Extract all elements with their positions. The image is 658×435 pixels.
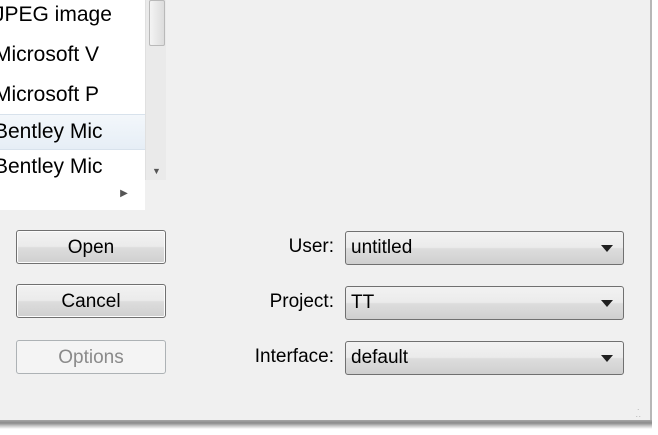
file-type-list-items: JPEG image Microsoft V Microsoft P Bentl… — [0, 0, 145, 180]
chevron-right-icon[interactable]: ▶ — [118, 187, 130, 201]
user-label: User: — [288, 236, 334, 257]
screenshot-frame: JPEG image Microsoft V Microsoft P Bentl… — [0, 0, 658, 435]
vertical-scrollbar[interactable]: ▼ — [145, 0, 166, 180]
dialog-bottom-border — [0, 420, 652, 434]
list-item[interactable]: Bentley Mic — [0, 150, 145, 180]
interface-select-value: default — [351, 347, 409, 368]
caret-down-icon[interactable] — [601, 245, 613, 252]
list-item-label: JPEG image — [0, 3, 112, 26]
list-item-label: Microsoft P — [0, 83, 100, 106]
user-select[interactable]: untitled — [345, 231, 624, 265]
list-item-label: Microsoft V — [0, 43, 100, 66]
project-label: Project: — [269, 291, 334, 312]
project-select[interactable]: TT — [345, 286, 624, 320]
resize-grip-icon[interactable]: . . .. . . — [634, 403, 648, 426]
list-item-selected[interactable]: Bentley Mic — [0, 114, 145, 150]
caret-down-icon[interactable] — [601, 300, 613, 307]
caret-down-icon[interactable] — [601, 355, 613, 362]
interface-select[interactable]: default — [345, 341, 624, 375]
open-button[interactable]: Open — [16, 230, 166, 264]
project-select-value: TT — [351, 292, 375, 313]
file-type-list[interactable]: JPEG image Microsoft V Microsoft P Bentl… — [0, 0, 166, 180]
list-item[interactable]: JPEG image — [0, 0, 145, 36]
user-select-value: untitled — [351, 237, 413, 258]
interface-label: Interface: — [254, 346, 334, 367]
list-item[interactable]: Microsoft V — [0, 38, 145, 72]
cancel-button[interactable]: Cancel — [16, 284, 166, 318]
options-button[interactable]: Options — [16, 340, 166, 374]
open-file-dialog: JPEG image Microsoft V Microsoft P Bentl… — [0, 0, 652, 426]
list-item-label: Bentley Mic — [0, 155, 103, 178]
list-item[interactable]: Microsoft P — [0, 78, 145, 112]
list-item-label: Bentley Mic — [0, 120, 103, 143]
horizontal-scrollbar[interactable]: ▶ — [0, 180, 145, 210]
chevron-down-icon[interactable]: ▼ — [150, 166, 163, 176]
scrollbar-thumb[interactable] — [149, 0, 165, 46]
